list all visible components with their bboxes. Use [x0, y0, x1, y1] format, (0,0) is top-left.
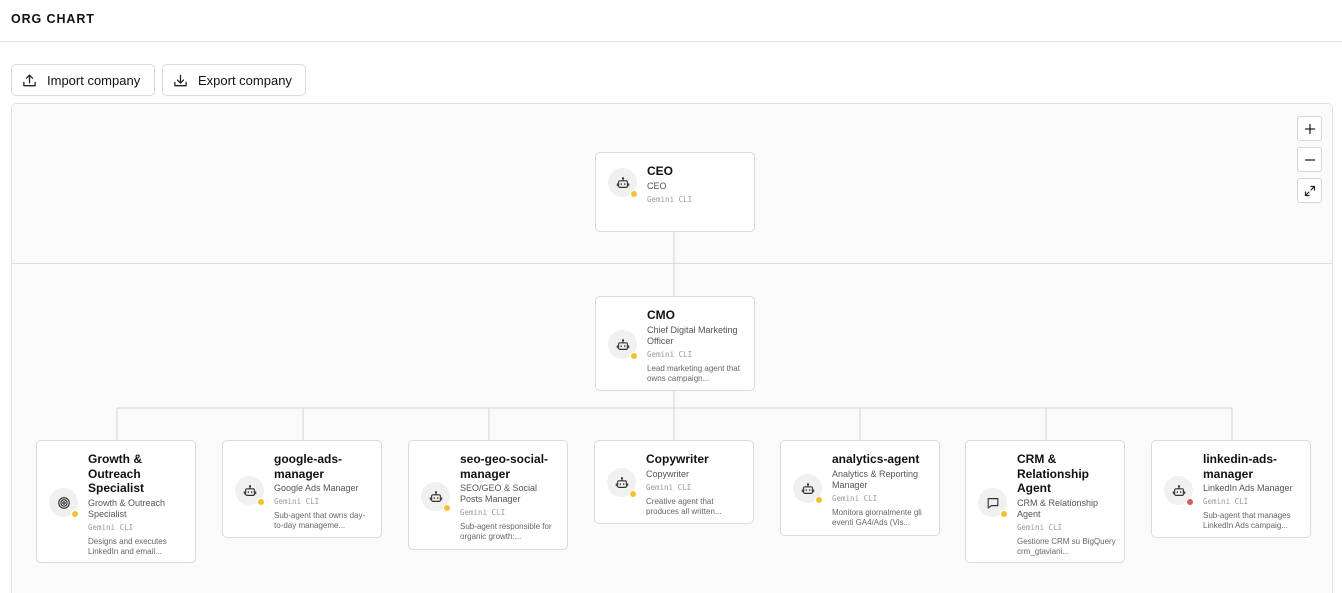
node-description: Designs and executes LinkedIn and email.…: [88, 536, 167, 556]
node-name: CEO: [647, 164, 674, 178]
minus-icon: [1304, 158, 1315, 161]
status-indicator: [1000, 510, 1008, 518]
node-adapter: Gemini CLI: [460, 508, 506, 517]
export-company-label: Export company: [198, 72, 292, 88]
fit-view-button[interactable]: [1297, 178, 1322, 203]
org-node-copywriter[interactable]: Copywriter Copywriter Gemini CLI Creativ…: [594, 440, 754, 524]
import-company-label: Import company: [47, 72, 141, 88]
node-avatar: [608, 168, 638, 198]
node-avatar: [49, 488, 79, 518]
node-role: CRM & Relationship Agent: [1017, 497, 1099, 519]
page-title: ORG CHART: [11, 12, 95, 26]
node-role: LinkedIn Ads Manager: [1203, 483, 1293, 493]
bot-icon: [801, 482, 814, 494]
org-node-linkedin-ads-manager[interactable]: linkedin-ads-manager LinkedIn Ads Manage…: [1151, 440, 1311, 538]
org-node-analytics-agent[interactable]: analytics-agent Analytics & Reporting Ma…: [780, 440, 940, 536]
node-name: linkedin-ads-manager: [1203, 452, 1278, 481]
status-indicator: [629, 490, 637, 498]
download-icon: [174, 74, 187, 86]
zoom-out-button[interactable]: [1297, 147, 1322, 172]
upload-icon: [23, 74, 36, 86]
node-role: Growth & Outreach Specialist: [88, 497, 166, 519]
status-indicator: [257, 498, 265, 506]
node-adapter: Gemini CLI: [274, 497, 320, 506]
node-role: Copywriter: [646, 468, 690, 479]
status-indicator: [815, 496, 823, 504]
status-indicator-error: [1186, 498, 1194, 506]
node-description: Sub-agent that owns day-to-day manageme.…: [274, 511, 366, 530]
org-node-seo-geo-social-manager[interactable]: seo-geo-social-manager SEO/GEO & Social …: [408, 440, 568, 550]
node-avatar: [607, 468, 637, 498]
node-adapter: Gemini CLI: [646, 482, 692, 492]
node-avatar: [235, 476, 265, 506]
bot-icon: [616, 176, 629, 188]
node-description: Creative agent that produces all written…: [646, 496, 722, 516]
plus-icon: [1304, 123, 1315, 134]
expand-icon: [1304, 185, 1315, 196]
bot-icon: [616, 338, 629, 350]
status-indicator: [630, 190, 638, 198]
node-adapter: Gemini CLI: [647, 194, 693, 204]
zoom-in-button[interactable]: [1297, 116, 1322, 141]
status-indicator: [443, 504, 451, 512]
org-node-growth-outreach[interactable]: Growth & Outreach Specialist Growth & Ou…: [36, 440, 196, 563]
status-indicator: [630, 352, 638, 360]
node-role: CEO: [647, 180, 667, 191]
node-avatar: [793, 474, 823, 504]
org-node-ceo[interactable]: CEO CEO Gemini CLI: [595, 152, 755, 232]
export-company-button[interactable]: Export company: [162, 64, 306, 96]
node-name: Copywriter: [646, 452, 709, 466]
node-adapter: Gemini CLI: [1203, 497, 1249, 506]
node-avatar: [1164, 476, 1194, 506]
node-avatar: [608, 330, 638, 360]
node-name: Growth & Outreach Specialist: [88, 452, 145, 495]
org-node-google-ads-manager[interactable]: google-ads-manager Google Ads Manager Ge…: [222, 440, 382, 538]
message-icon: [987, 497, 998, 509]
node-role: Chief Digital Marketing Officer: [647, 324, 738, 346]
node-adapter: Gemini CLI: [647, 349, 693, 359]
import-company-button[interactable]: Import company: [11, 64, 155, 96]
org-node-crm-relationship-agent[interactable]: CRM & Relationship Agent CRM & Relations…: [965, 440, 1125, 563]
org-node-cmo[interactable]: CMO Chief Digital Marketing Officer Gemi…: [595, 296, 755, 391]
status-indicator: [71, 510, 79, 518]
node-name: CRM & Relationship Agent: [1017, 452, 1090, 495]
node-adapter: Gemini CLI: [832, 493, 878, 503]
bot-icon: [243, 484, 256, 496]
node-name: seo-geo-social-manager: [460, 452, 549, 481]
node-avatar: [978, 488, 1008, 518]
bot-icon: [615, 476, 628, 488]
target-icon: [57, 496, 70, 509]
node-adapter: Gemini CLI: [88, 522, 134, 532]
node-role: Google Ads Manager: [274, 483, 359, 493]
bot-icon: [1172, 484, 1185, 496]
node-description: Sub-agent responsible for organic growth…: [460, 522, 552, 541]
node-description: Gestione CRM su BigQuery crm_gtaviani...: [1017, 536, 1116, 556]
node-avatar: [421, 482, 451, 512]
node-name: CMO: [647, 308, 675, 322]
node-name: analytics-agent: [832, 452, 920, 466]
node-role: Analytics & Reporting Manager: [832, 468, 919, 490]
node-role: SEO/GEO & Social Posts Manager: [460, 483, 538, 504]
node-adapter: Gemini CLI: [1017, 522, 1063, 532]
node-description: Lead marketing agent that owns campaign.…: [647, 363, 740, 383]
node-name: google-ads-manager: [274, 452, 342, 481]
top-bar: ORG CHART: [0, 0, 1342, 42]
node-description: Sub-agent that manages LinkedIn Ads camp…: [1203, 511, 1291, 530]
bot-icon: [429, 490, 442, 502]
org-chart-canvas[interactable]: CEO CEO Gemini CLI CMO Chief Digital Mar…: [11, 103, 1333, 593]
node-description: Monitora giornalmente gli eventi GA4/Ads…: [832, 507, 922, 527]
